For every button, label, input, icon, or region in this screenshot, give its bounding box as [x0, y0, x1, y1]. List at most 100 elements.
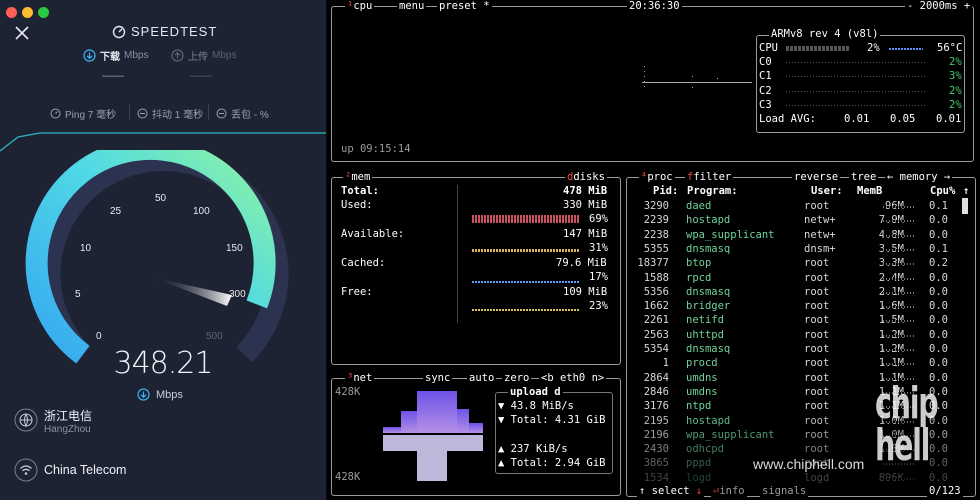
proc-user: root	[804, 328, 830, 341]
proc-name: dnsmasq	[686, 285, 731, 298]
jitter-stat: 抖动 1 毫秒	[137, 106, 203, 121]
table-row[interactable]: 3290daedroot96M0.1	[629, 199, 959, 213]
reverse-toggle[interactable]: reverse	[792, 171, 841, 184]
gauge-label-5: 5	[75, 289, 81, 300]
close-icon[interactable]	[14, 25, 30, 41]
proc-user: netw+	[804, 228, 836, 241]
mem-used-graph	[472, 215, 580, 223]
upload-label: 上传	[188, 52, 208, 63]
clock: 20:36:30	[627, 0, 682, 13]
interface-selector[interactable]: <b eth0 n>	[539, 372, 607, 385]
proc-pid: 2864	[643, 371, 669, 384]
proc-name: hostapd	[686, 214, 731, 227]
mem-title[interactable]: ²mem	[343, 171, 373, 184]
proc-user: root	[804, 271, 830, 284]
proc-scrollbar[interactable]	[962, 198, 968, 214]
net-scale-bottom: 428K	[335, 471, 361, 483]
proc-cpu: 0.0	[929, 314, 948, 327]
header-program[interactable]: Program:	[687, 185, 738, 198]
proc-pid: 2430	[643, 443, 669, 456]
disks-title[interactable]: ddisks	[565, 171, 607, 184]
table-row[interactable]: 5354dnsmasqroot1.2M0.0	[629, 342, 959, 356]
sort-selector[interactable]: ← memory →	[885, 171, 953, 184]
wifi-icon[interactable]	[14, 458, 38, 482]
proc-cpu-graph	[883, 363, 915, 366]
proc-pid: 3176	[643, 400, 669, 413]
zoom-window-dot[interactable]	[38, 7, 49, 18]
header-cpu[interactable]: Cpu%	[930, 185, 955, 198]
header-mem[interactable]: MemB	[857, 185, 882, 198]
proc-name: ntpd	[686, 400, 712, 413]
table-row[interactable]: 2238wpa_supplicantnetw+4.8M0.0	[629, 228, 959, 242]
upload-arrow-icon	[171, 49, 184, 62]
proc-name: dnsmasq	[686, 343, 731, 355]
upload-header: 上传 Mbps	[171, 48, 236, 63]
core-2-label: C2	[759, 85, 772, 97]
interval-control[interactable]: - 2000ms +	[905, 0, 973, 13]
table-row[interactable]: 2563uhttpdroot1.2M0.0	[629, 328, 959, 342]
proc-cpu-graph	[883, 306, 915, 309]
cpu-title[interactable]: ¹cpu	[345, 0, 375, 13]
table-row[interactable]: 1662bridgerroot1.6M0.0	[629, 299, 959, 313]
mem-cached-label: Cached:	[341, 257, 386, 269]
table-row[interactable]: 2261netifdroot1.5M0.0	[629, 313, 959, 327]
cpu-total-mini-graph	[889, 48, 923, 50]
table-row[interactable]: 1procdroot1.1M0.0	[629, 356, 959, 370]
preset-label: preset *	[439, 0, 490, 12]
zero-toggle[interactable]: zero	[502, 372, 532, 385]
load-1m: 0.01	[844, 113, 870, 125]
table-row[interactable]: 5355dnsmasqdnsm+3.5M0.1	[629, 242, 959, 256]
gauge-label-0: 0	[96, 331, 102, 342]
watermark-site: www.chiphell.com	[753, 456, 865, 472]
preset-button[interactable]: preset *	[437, 0, 492, 13]
download-rate: ▲ 237 KiB/s	[498, 443, 568, 455]
proc-pid: 2196	[643, 428, 669, 441]
table-row[interactable]: 2239hostapdnetw+7.9M0.0	[629, 213, 959, 227]
proc-name: pppd	[686, 457, 712, 470]
proc-name: logd	[686, 471, 712, 484]
interface-label: <b eth0 n>	[541, 372, 605, 384]
tree-toggle[interactable]: tree	[849, 171, 879, 184]
speed-unit-text: Mbps	[156, 388, 183, 401]
proc-cpu-graph	[883, 334, 915, 337]
proc-user: root	[804, 400, 830, 413]
footer-select[interactable]: ↑ select ↓	[637, 485, 705, 498]
mem-free-label: Free:	[341, 286, 373, 298]
footer-signals[interactable]: signals	[760, 485, 809, 498]
cpu-temp: 56°C	[937, 42, 963, 54]
mem-used-value: 330 MiB	[563, 199, 608, 211]
minimize-window-dot[interactable]	[22, 7, 33, 18]
speedtest-window: SPEEDTEST 下载 Mbps 上传 Mbps —— —— Ping 7 毫…	[0, 0, 326, 500]
proc-cpu-graph	[883, 349, 915, 351]
mem-total-value: 478 MiB	[563, 185, 608, 197]
footer-info[interactable]: ⏎info	[711, 485, 747, 498]
proc-name: daed	[686, 200, 712, 212]
proc-cpu: 0.0	[929, 300, 948, 313]
gauge-label-500: 500	[206, 331, 223, 342]
proc-user: root	[804, 414, 830, 427]
carrier-name[interactable]: China Telecom	[44, 463, 126, 477]
mem-cached-value: 79.6 MiB	[556, 257, 607, 269]
proc-pid: 2195	[643, 414, 669, 427]
proc-pid: 1534	[643, 471, 669, 484]
core-2-graph	[786, 91, 926, 92]
download-label: 下载	[100, 52, 120, 63]
download-header: 下载 Mbps	[83, 48, 148, 63]
proc-cpu: 0.0	[929, 228, 948, 241]
header-user[interactable]: User:	[811, 185, 843, 198]
menu-button[interactable]: menu	[397, 0, 427, 13]
upload-rate: ▼ 43.8 MiB/s	[498, 400, 574, 412]
proc-title[interactable]: ⁴proc	[639, 171, 675, 184]
mem-total-label: Total:	[341, 185, 379, 197]
proc-name: btop	[686, 257, 712, 270]
gauge-label-25: 25	[110, 206, 122, 217]
proc-cpu: 0.2	[929, 257, 948, 270]
filter-button[interactable]: ffilter	[685, 171, 734, 184]
close-window-dot[interactable]	[6, 7, 17, 18]
table-row[interactable]: 18377btoproot3.3M0.2	[629, 256, 959, 270]
net-title[interactable]: ³net	[345, 372, 375, 385]
proc-pid: 3290	[643, 200, 669, 212]
table-row[interactable]: 5356dnsmasqroot2.1M0.0	[629, 285, 959, 299]
table-row[interactable]: 1588rpcdroot2.4M0.0	[629, 271, 959, 285]
header-pid[interactable]: Pid:	[653, 185, 678, 198]
